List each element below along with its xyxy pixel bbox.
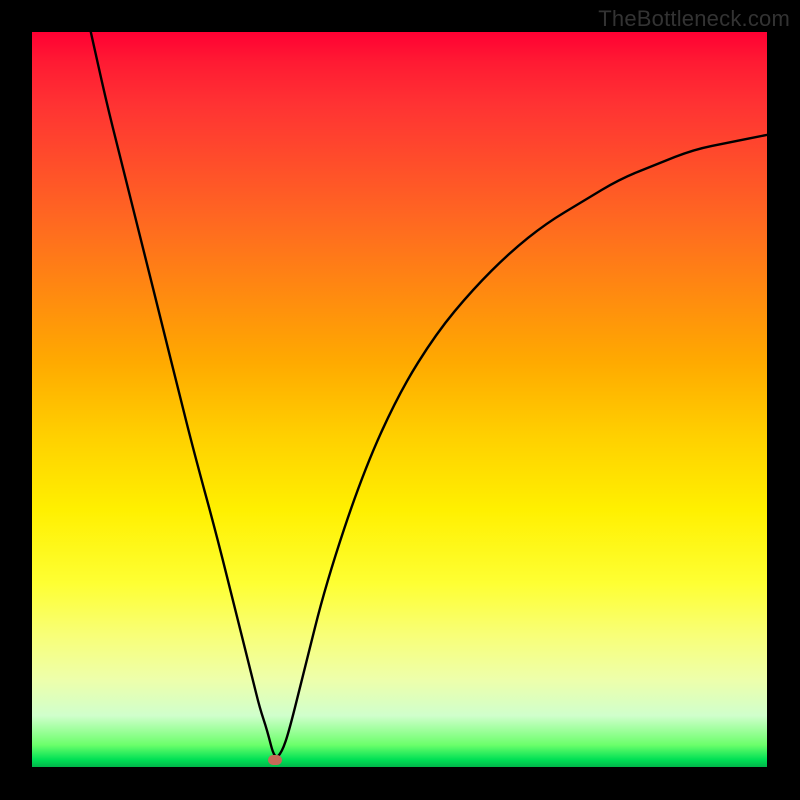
chart-frame: TheBottleneck.com xyxy=(0,0,800,800)
bottleneck-curve xyxy=(32,32,767,767)
watermark-text: TheBottleneck.com xyxy=(598,6,790,32)
optimal-point-marker xyxy=(268,755,282,765)
